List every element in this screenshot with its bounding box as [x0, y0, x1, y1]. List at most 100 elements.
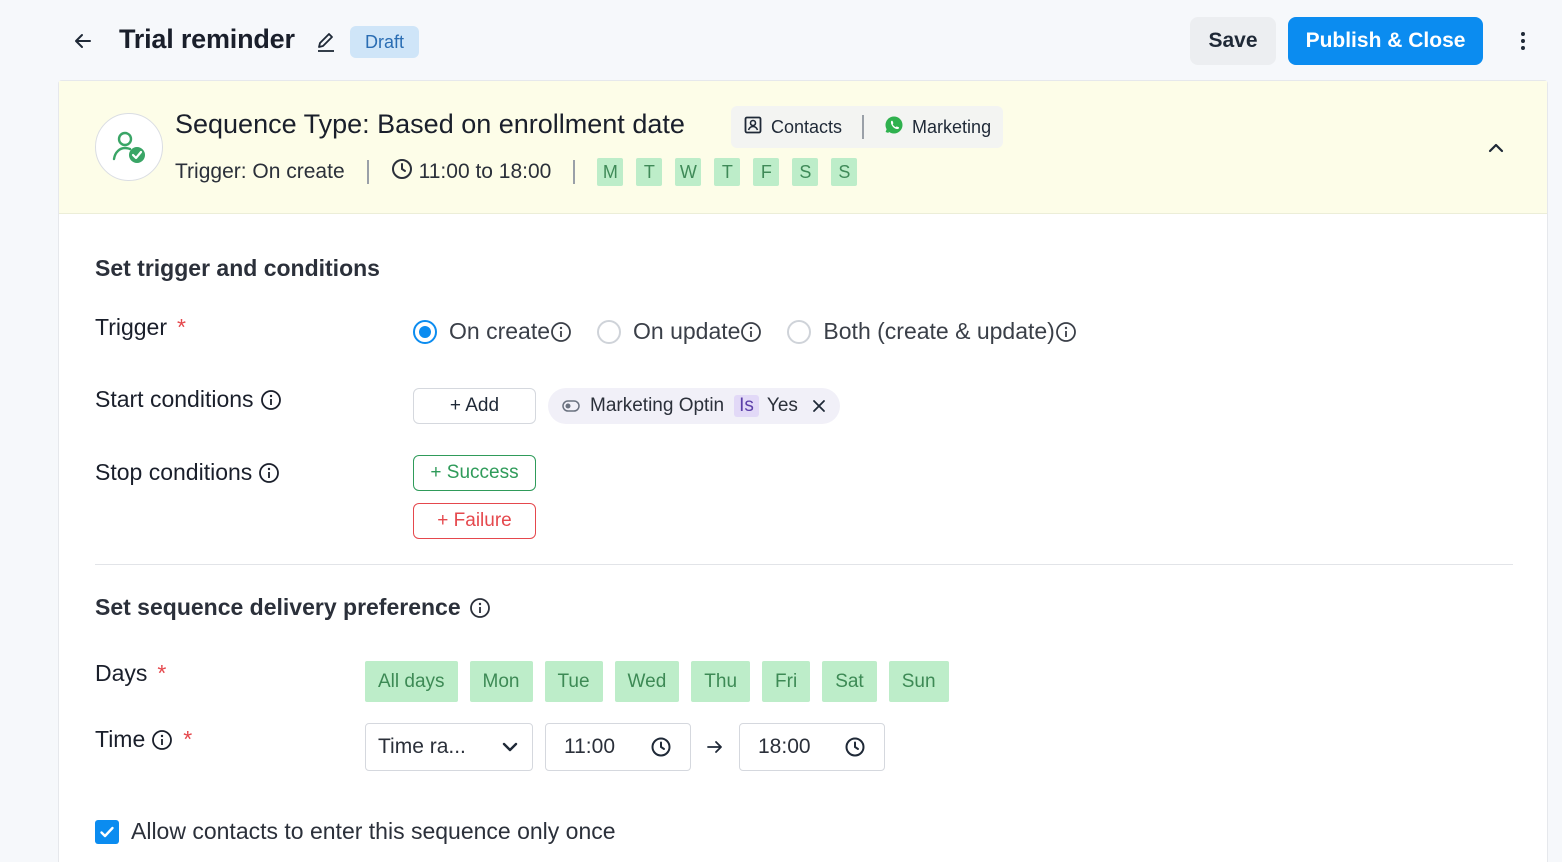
day-chip: S [831, 158, 858, 186]
tag-label: Marketing [912, 116, 992, 137]
back-arrow-icon[interactable] [70, 28, 96, 54]
radio-circle[interactable] [597, 319, 621, 344]
day-wed[interactable]: Wed [614, 661, 680, 702]
chevron-up-icon[interactable] [1483, 135, 1509, 161]
trigger-radio-group: On create On update Both (create & updat… [413, 318, 1102, 345]
day-chip: M [597, 158, 624, 186]
save-button[interactable]: Save [1190, 17, 1276, 65]
radio-label: Both (create & update) [823, 318, 1055, 344]
day-chip: F [753, 158, 780, 186]
field-label-text: Time [95, 726, 146, 752]
delivery-section-title: Set sequence delivery preference [95, 594, 491, 621]
info-icon[interactable] [260, 389, 282, 411]
required-mark: * [157, 660, 167, 686]
allow-once-checkbox[interactable]: Allow contacts to enter this sequence on… [95, 818, 616, 845]
time-label: Time * [95, 726, 192, 753]
summary-divider [366, 160, 369, 184]
day-sat[interactable]: Sat [822, 661, 877, 702]
summary-divider [573, 160, 576, 184]
sequence-summary-header: Sequence Type: Based on enrollment date … [59, 81, 1547, 214]
tag-marketing: Marketing [884, 115, 991, 140]
arrow-right-icon [705, 737, 725, 762]
field-label-text: Days [95, 660, 148, 686]
days-selector: All days Mon Tue Wed Thu Fri Sat Sun [365, 661, 961, 702]
sequence-type-title: Sequence Type: Based on enrollment date [175, 109, 685, 139]
field-label-text: Trigger [95, 314, 167, 340]
tag-contacts: Contacts [743, 115, 842, 140]
add-failure-button[interactable]: + Failure [413, 503, 536, 539]
info-icon[interactable] [550, 321, 572, 343]
end-time-value: 18:00 [758, 735, 811, 758]
add-success-button[interactable]: + Success [413, 455, 536, 491]
checkbox-label: Allow contacts to enter this sequence on… [131, 818, 616, 844]
user-check-icon [95, 113, 163, 181]
info-icon[interactable] [258, 462, 280, 484]
day-chip: W [675, 158, 702, 186]
radio-label: On create [449, 318, 550, 344]
edit-pencil-icon[interactable] [314, 30, 338, 54]
clock-icon [650, 736, 672, 758]
radio-circle[interactable] [413, 319, 437, 344]
start-conditions-label: Start conditions [95, 386, 282, 413]
clock-icon [391, 158, 413, 186]
start-time-input[interactable]: 11:00 [545, 723, 691, 771]
sequence-tags: Contacts Marketing [731, 106, 1004, 148]
status-badge: Draft [350, 26, 420, 58]
day-chip: T [714, 158, 741, 186]
tag-label: Contacts [771, 116, 843, 137]
day-tue[interactable]: Tue [544, 661, 603, 702]
section-title-text: Set trigger and conditions [95, 255, 380, 281]
day-sun[interactable]: Sun [888, 661, 949, 702]
trigger-summary-text: Trigger: On create [175, 160, 345, 183]
day-chip: T [636, 158, 663, 186]
sequence-trigger-summary: Trigger: On create 11:00 to 18:00 M T W … [175, 158, 870, 186]
condition-chip[interactable]: Marketing Optin Is Yes [548, 388, 840, 424]
end-time-input[interactable]: 18:00 [739, 723, 885, 771]
day-mon[interactable]: Mon [469, 661, 533, 702]
day-all[interactable]: All days [365, 661, 458, 702]
day-thu[interactable]: Thu [691, 661, 751, 702]
tag-divider [862, 115, 865, 139]
contact-card-icon [743, 115, 763, 140]
chevron-down-icon [500, 737, 520, 757]
days-label: Days * [95, 660, 166, 687]
toggle-icon [562, 400, 580, 412]
info-icon[interactable] [469, 597, 491, 619]
condition-operator: Is [734, 395, 759, 417]
start-time-value: 11:00 [564, 735, 615, 758]
condition-field: Marketing Optin [590, 395, 725, 416]
top-bar: Trial reminder Draft Save Publish & Clos… [0, 0, 1562, 80]
more-options-icon[interactable] [1510, 28, 1536, 54]
radio-on-update[interactable]: On update [597, 318, 762, 345]
condition-value: Yes [766, 395, 798, 416]
trigger-label: Trigger * [95, 314, 186, 341]
required-mark: * [183, 726, 193, 752]
info-icon[interactable] [151, 729, 173, 751]
close-icon[interactable] [812, 399, 826, 413]
clock-icon [844, 736, 866, 758]
checkbox-checked-icon[interactable] [95, 819, 119, 844]
sequence-card: Sequence Type: Based on enrollment date … [58, 80, 1548, 862]
time-mode-value: Time ra... [378, 735, 466, 758]
info-icon[interactable] [740, 321, 762, 343]
time-mode-select[interactable]: Time ra... [365, 723, 533, 771]
page-title: Trial reminder [119, 24, 295, 54]
add-condition-button[interactable]: + Add [413, 388, 536, 424]
publish-close-button[interactable]: Publish & Close [1288, 17, 1483, 65]
field-label-text: Start conditions [95, 386, 254, 412]
day-chip: S [792, 158, 819, 186]
section-divider [95, 564, 1513, 565]
stop-conditions-label: Stop conditions [95, 459, 280, 486]
trigger-section-title: Set trigger and conditions [95, 255, 380, 282]
radio-label: On update [633, 318, 741, 344]
section-title-text: Set sequence delivery preference [95, 594, 461, 620]
day-fri[interactable]: Fri [762, 661, 811, 702]
radio-both[interactable]: Both (create & update) [787, 318, 1076, 345]
info-icon[interactable] [1055, 321, 1077, 343]
required-mark: * [177, 314, 186, 340]
field-label-text: Stop conditions [95, 459, 253, 485]
time-summary-text: 11:00 to 18:00 [418, 160, 552, 183]
radio-circle[interactable] [787, 319, 812, 344]
time-summary: 11:00 to 18:00 [391, 158, 552, 186]
radio-on-create[interactable]: On create [413, 318, 572, 345]
